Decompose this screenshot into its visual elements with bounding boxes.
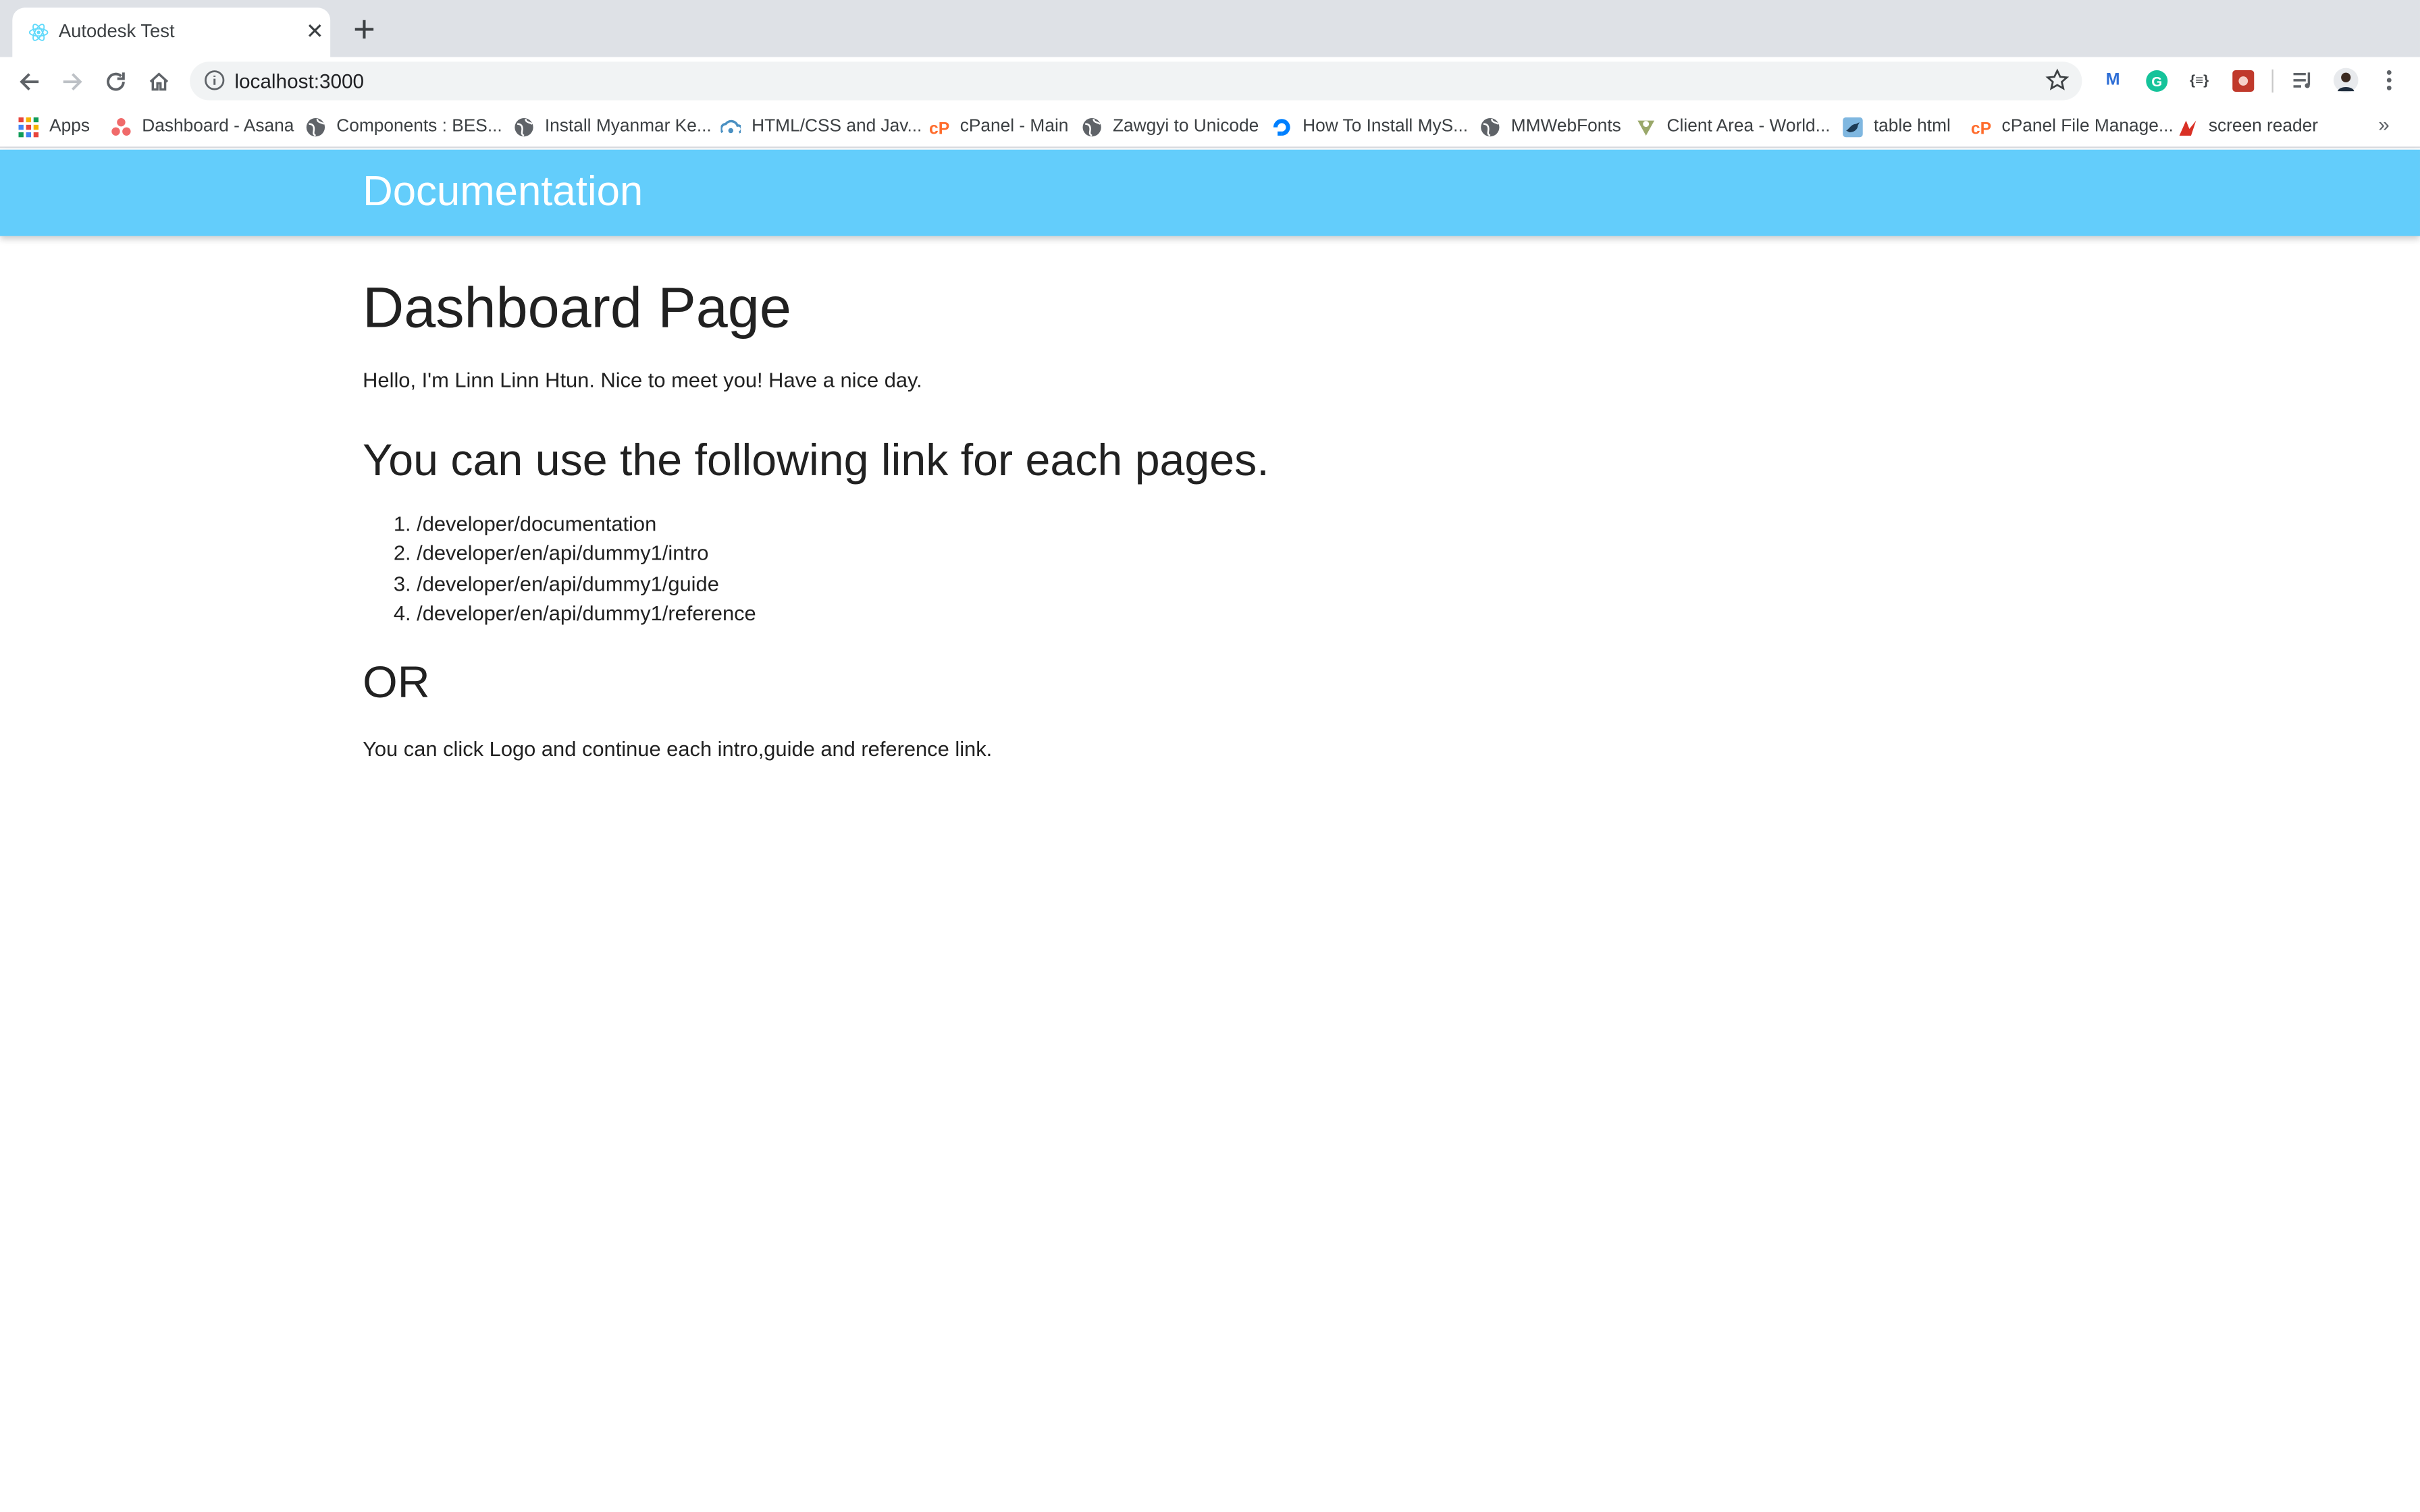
bookmark-components[interactable]: Components : BES... [306, 114, 502, 139]
cpanel-icon: cP [1971, 119, 1991, 136]
links-heading: You can use the following link for each … [363, 436, 1269, 486]
digitalocean-icon [1273, 118, 1290, 135]
bookmark-label: screen reader [2208, 117, 2319, 136]
back-icon[interactable] [12, 65, 46, 99]
globe-icon [1481, 117, 1500, 136]
toolbar-separator [2271, 69, 2273, 93]
svg-text:G: G [2151, 74, 2161, 89]
greeting-text: Hello, I'm Linn Linn Htun. Nice to meet … [363, 369, 922, 392]
avatar[interactable] [2333, 68, 2359, 93]
cpanel-icon: cP [929, 119, 949, 136]
bookmark-asana[interactable]: Dashboard - Asana [111, 114, 294, 139]
bookmark-label: Apps [49, 117, 90, 136]
cloud-icon [720, 119, 741, 133]
links-list: /developer/documentation /developer/en/a… [363, 509, 2060, 628]
bookmark-label: HTML/CSS and Jav... [752, 117, 922, 136]
tab-strip: Autodesk Test ✕ [0, 0, 2420, 57]
grammarly-icon[interactable]: G [2144, 68, 2169, 93]
screen-reader-icon [2179, 119, 2197, 135]
home-icon[interactable] [142, 65, 176, 99]
bookmark-label: Dashboard - Asana [142, 117, 294, 136]
bookmark-myanmar-keyboard[interactable]: Install Myanmar Ke... [514, 114, 712, 139]
json-viewer-icon[interactable]: {≡} [2187, 68, 2212, 93]
tab-title: Autodesk Test [58, 20, 175, 42]
bird-icon [1843, 116, 1863, 137]
footer-text: You can click Logo and continue each int… [363, 737, 993, 761]
globe-icon [306, 117, 325, 136]
bookmark-table-html[interactable]: table html [1843, 114, 1951, 139]
globe-icon [1082, 117, 1101, 136]
svg-text:cP: cP [929, 119, 949, 136]
address-bar[interactable]: localhost:3000 [190, 61, 2082, 101]
list-item: /developer/en/api/dummy1/intro [417, 539, 2060, 568]
worldhost-icon [1637, 119, 1655, 135]
reload-icon[interactable] [99, 65, 132, 99]
bookmark-zawgyi[interactable]: Zawgyi to Unicode [1082, 114, 1259, 139]
svg-text:cP: cP [1971, 119, 1991, 136]
bookmark-label: How To Install MyS... [1303, 117, 1469, 136]
main-content: Dashboard Page Hello, I'm Linn Linn Htun… [363, 275, 2060, 764]
list-item: /developer/en/api/dummy1/guide [417, 568, 2060, 598]
list-item: /developer/en/api/dummy1/reference [417, 599, 2060, 628]
chrome-menu-icon[interactable] [2377, 68, 2402, 93]
reading-list-icon[interactable] [2290, 68, 2315, 93]
bookmark-label: table html [1873, 117, 1951, 136]
bookmark-label: Zawgyi to Unicode [1112, 117, 1259, 136]
forward-icon[interactable] [55, 65, 89, 99]
site-header: Documentation [0, 149, 2420, 236]
url-text[interactable]: localhost:3000 [234, 70, 364, 92]
extension-red-icon[interactable] [2230, 68, 2255, 93]
or-heading: OR [363, 659, 430, 709]
site-info-icon[interactable] [204, 70, 226, 91]
globe-icon [515, 117, 533, 136]
malwarebytes-icon[interactable]: M [2101, 68, 2126, 93]
bookmark-screen-reader[interactable]: screen reader [2178, 114, 2318, 139]
asana-icon [111, 117, 131, 135]
bookmark-install-mysql[interactable]: How To Install MyS... [1271, 114, 1468, 139]
site-logo[interactable]: Documentation [363, 168, 643, 216]
bookmark-label: MMWebFonts [1510, 117, 1621, 136]
bookmark-html-css[interactable]: HTML/CSS and Jav... [720, 114, 922, 139]
close-tab-icon[interactable]: ✕ [302, 18, 327, 43]
new-tab-icon[interactable] [349, 14, 380, 45]
page-title: Dashboard Page [363, 276, 791, 340]
bookmark-cpanel-file-manager[interactable]: cP cPanel File Manage... [1971, 114, 2174, 139]
bookmark-cpanel-main[interactable]: cP cPanel - Main [929, 114, 1068, 139]
more-bookmarks-icon[interactable]: » [2378, 113, 2390, 136]
bookmark-mmwebfonts[interactable]: MMWebFonts [1480, 114, 1621, 139]
bookmark-label: cPanel File Manage... [2001, 117, 2174, 136]
apps-grid-icon [18, 116, 39, 137]
browser-tab[interactable]: Autodesk Test ✕ [12, 7, 331, 57]
bookmarks-bar: Apps Dashboard - Asana Components : BES.… [0, 105, 2420, 148]
bookmark-label: Components : BES... [336, 117, 502, 136]
bookmark-label: Install Myanmar Ke... [544, 117, 712, 136]
browser-toolbar: localhost:3000 M G {≡} [0, 57, 2420, 105]
bookmark-label: cPanel - Main [959, 117, 1069, 136]
bookmark-star-icon[interactable] [2045, 68, 2070, 93]
list-item: /developer/documentation [417, 509, 2060, 539]
bookmark-apps[interactable]: Apps [18, 114, 90, 139]
bookmark-client-area[interactable]: Client Area - World... [1636, 114, 1831, 139]
bookmark-label: Client Area - World... [1666, 117, 1831, 136]
react-logo-icon [28, 24, 49, 41]
browser-window: Autodesk Test ✕ localhost:3000 M G {≡} A… [0, 0, 2420, 1512]
